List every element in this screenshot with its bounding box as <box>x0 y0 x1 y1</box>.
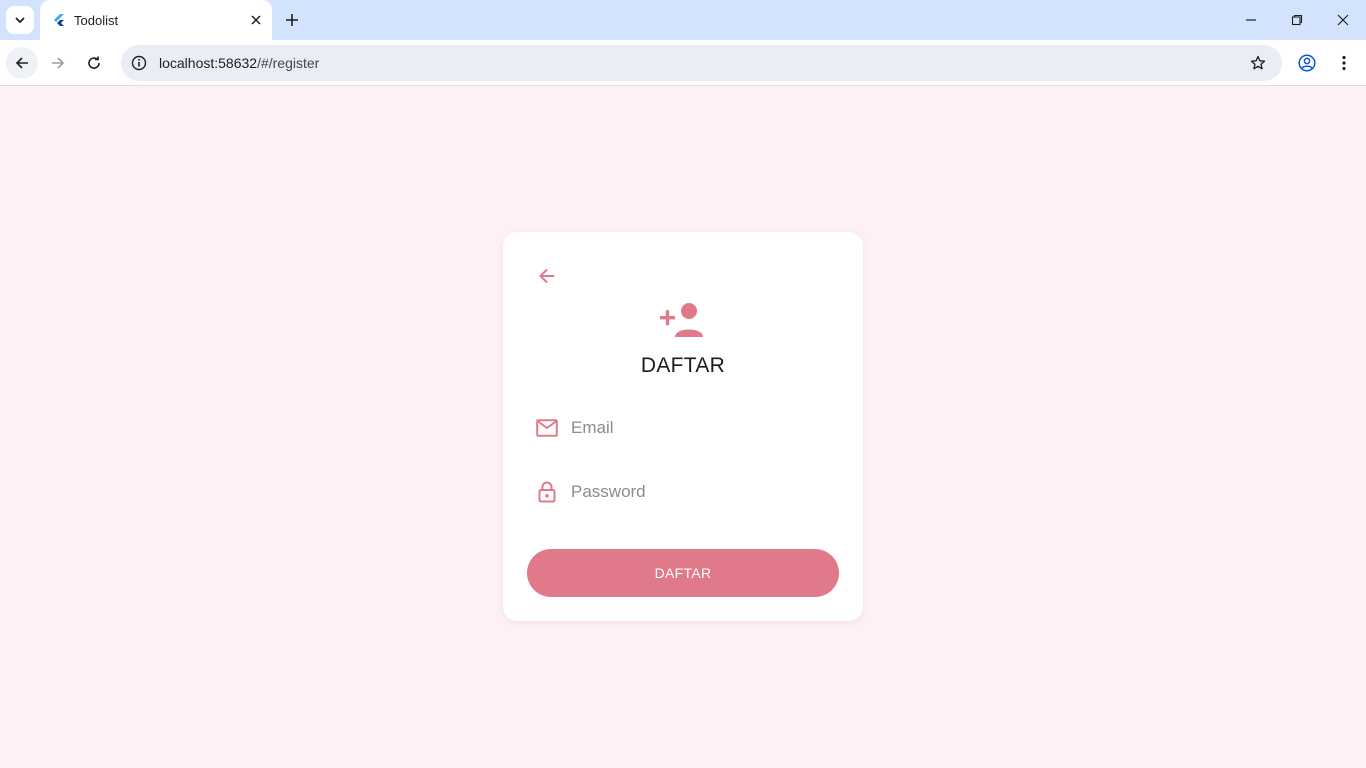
plus-icon <box>286 14 298 26</box>
restore-icon <box>1291 14 1303 26</box>
browser-tab[interactable]: Todolist <box>40 0 272 40</box>
minimize-icon <box>1246 19 1256 21</box>
mail-icon <box>533 414 561 442</box>
back-nav-button[interactable] <box>6 47 38 79</box>
browser-menu-button[interactable] <box>1328 47 1360 79</box>
register-card: DAFTAR DAFTAR <box>503 232 863 621</box>
address-bar[interactable]: localhost:58632/#/register <box>121 45 1282 81</box>
new-tab-button[interactable] <box>279 7 305 33</box>
arrow-left-icon <box>15 57 28 69</box>
forward-nav-button[interactable] <box>42 47 74 79</box>
arrow-left-icon <box>539 268 554 284</box>
chevron-down-icon <box>15 17 25 24</box>
close-icon <box>1337 14 1349 26</box>
arrow-right-icon <box>52 57 65 69</box>
tab-search-button[interactable] <box>6 6 34 34</box>
restore-button[interactable] <box>1274 0 1320 40</box>
profile-button[interactable] <box>1291 47 1323 79</box>
password-input[interactable] <box>571 482 821 502</box>
back-button[interactable] <box>533 262 561 290</box>
email-input[interactable] <box>571 418 821 438</box>
url-path: /#/register <box>257 55 320 71</box>
bookmark-button[interactable] <box>1244 49 1272 77</box>
reload-icon <box>88 56 100 69</box>
close-icon <box>251 15 261 25</box>
tab-close-button[interactable] <box>244 8 268 32</box>
reload-button[interactable] <box>78 47 110 79</box>
tab-title: Todolist <box>74 12 119 28</box>
flutter-icon <box>54 14 64 26</box>
more-vertical-icon <box>1342 55 1346 71</box>
url-text: localhost:58632/#/register <box>159 55 319 71</box>
site-info-button[interactable] <box>123 47 155 79</box>
browser-toolbar: localhost:58632/#/register <box>0 40 1366 86</box>
password-field[interactable] <box>533 472 833 512</box>
star-icon <box>1250 55 1266 70</box>
email-field[interactable] <box>533 408 833 448</box>
page-viewport: DAFTAR DAFTAR <box>0 87 1366 768</box>
register-title: DAFTAR <box>640 354 726 377</box>
lock-icon <box>533 478 561 506</box>
browser-titlebar: Todolist <box>0 0 1366 40</box>
minimize-button[interactable] <box>1228 0 1274 40</box>
info-icon <box>131 55 147 71</box>
person-add-icon <box>660 303 703 337</box>
url-host: localhost:58632 <box>159 55 258 71</box>
window-close-button[interactable] <box>1320 0 1366 40</box>
register-submit-button[interactable]: DAFTAR <box>527 549 839 597</box>
account-circle-icon <box>1298 54 1316 72</box>
